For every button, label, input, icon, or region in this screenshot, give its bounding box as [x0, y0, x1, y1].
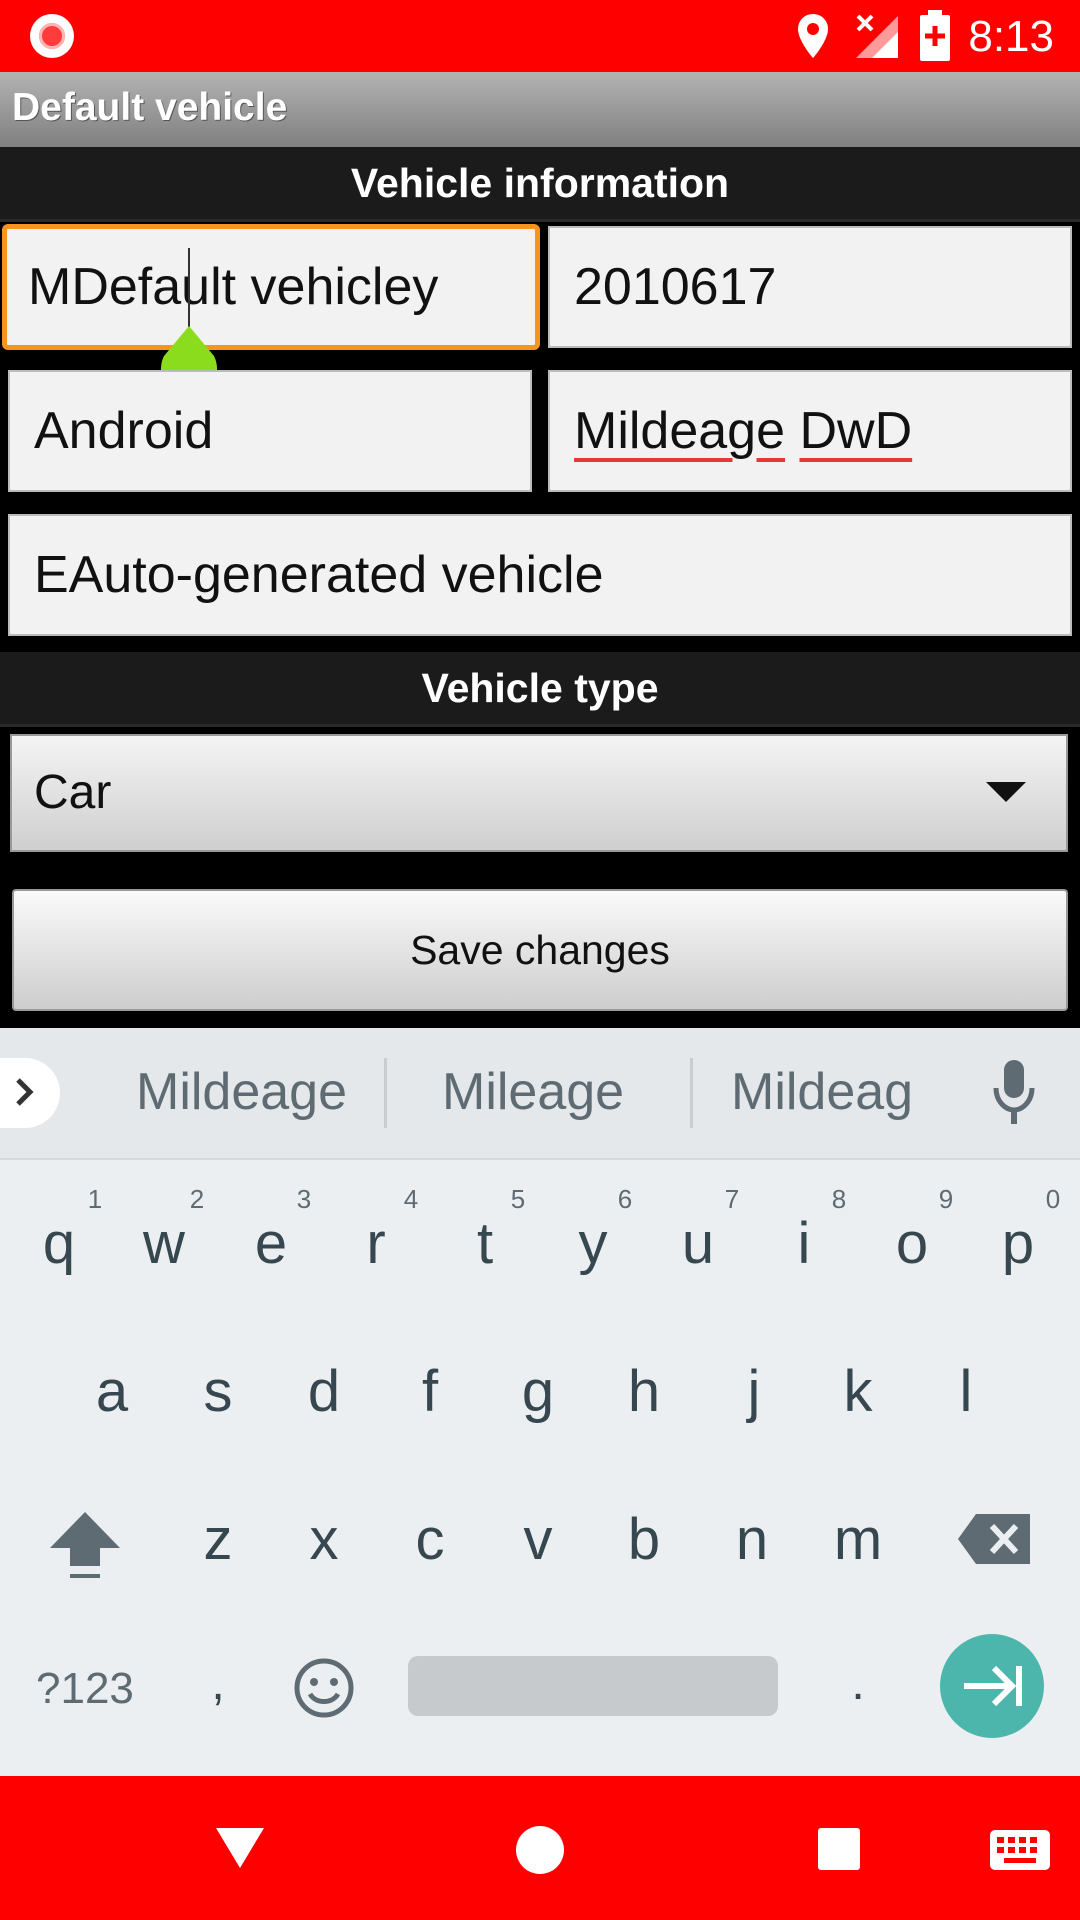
key-z[interactable]: z: [178, 1506, 258, 1573]
tab-next-icon: [964, 1665, 1022, 1707]
back-icon[interactable]: [212, 1824, 268, 1872]
key-l[interactable]: l: [926, 1358, 1006, 1425]
backspace-key[interactable]: [956, 1512, 1032, 1566]
suggestion-3[interactable]: Mildeag: [731, 1062, 913, 1122]
text-cursor: [188, 248, 190, 330]
chevron-right-icon: [16, 1078, 34, 1106]
key-e[interactable]: e: [231, 1210, 311, 1277]
status-bar: 8:13: [0, 0, 1080, 72]
key-hint: 9: [938, 1184, 954, 1214]
key-b[interactable]: b: [604, 1506, 684, 1573]
title-bar: Default vehicle: [0, 72, 1080, 147]
emoji-icon[interactable]: [292, 1656, 356, 1720]
vehicle-information-header: Vehicle information: [0, 147, 1080, 222]
key-o[interactable]: o: [872, 1210, 952, 1277]
key-a[interactable]: a: [72, 1358, 152, 1425]
symbols-key[interactable]: ?123: [36, 1664, 134, 1714]
location-icon: [798, 14, 828, 58]
page-title: Default vehicle: [12, 86, 288, 129]
key-d[interactable]: d: [284, 1358, 364, 1425]
key-s[interactable]: s: [178, 1358, 258, 1425]
key-hint: 3: [296, 1184, 312, 1214]
key-hint: 0: [1045, 1184, 1061, 1214]
shift-key[interactable]: [48, 1508, 122, 1582]
key-m[interactable]: m: [818, 1506, 898, 1573]
key-y[interactable]: y: [553, 1210, 633, 1277]
save-changes-button[interactable]: Save changes: [12, 889, 1068, 1011]
key-hint: 8: [831, 1184, 847, 1214]
key-hint: 4: [403, 1184, 419, 1214]
key-n[interactable]: n: [712, 1506, 792, 1573]
expand-suggestions-button[interactable]: [0, 1058, 60, 1128]
dropdown-arrow-icon: [986, 782, 1026, 802]
key-u[interactable]: u: [658, 1210, 738, 1277]
divider: [690, 1058, 693, 1128]
keyboard-switch-icon[interactable]: [988, 1828, 1052, 1872]
key-r[interactable]: r: [336, 1210, 416, 1277]
key-v[interactable]: v: [498, 1506, 578, 1573]
comma-key[interactable]: ,: [180, 1656, 256, 1711]
key-q[interactable]: q: [19, 1210, 99, 1277]
recents-icon[interactable]: [816, 1826, 862, 1872]
vehicle-type-selected: Car: [34, 766, 112, 819]
key-hint: 2: [189, 1184, 205, 1214]
next-key[interactable]: [940, 1634, 1044, 1738]
no-signal-icon: [856, 14, 898, 58]
misspelled-word: DwD: [799, 402, 913, 460]
key-h[interactable]: h: [604, 1358, 684, 1425]
key-w[interactable]: w: [124, 1210, 204, 1277]
clock: 8:13: [968, 12, 1054, 61]
home-icon[interactable]: [514, 1824, 566, 1876]
key-hint: 6: [617, 1184, 633, 1214]
key-f[interactable]: f: [390, 1358, 470, 1425]
vehicle-type-dropdown[interactable]: Car: [10, 734, 1068, 852]
key-x[interactable]: x: [284, 1506, 364, 1573]
divider: [384, 1058, 387, 1128]
vehicle-number-field[interactable]: 2010617: [548, 226, 1072, 348]
key-j[interactable]: j: [714, 1358, 794, 1425]
key-g[interactable]: g: [498, 1358, 578, 1425]
vehicle-name-field[interactable]: MDefault vehicley: [2, 224, 540, 350]
vehicle-make-field[interactable]: Android: [8, 370, 532, 492]
vehicle-description-field[interactable]: EAuto-generated vehicle: [8, 514, 1072, 636]
key-i[interactable]: i: [764, 1210, 844, 1277]
microphone-icon[interactable]: [992, 1058, 1036, 1128]
space-key[interactable]: [408, 1656, 778, 1716]
key-k[interactable]: k: [818, 1358, 898, 1425]
key-hint: 7: [724, 1184, 740, 1214]
key-c[interactable]: c: [390, 1506, 470, 1573]
record-icon: [30, 14, 74, 58]
vehicle-type-header: Vehicle type: [0, 652, 1080, 727]
key-p[interactable]: p: [978, 1210, 1058, 1277]
suggestion-1[interactable]: Mildeage: [136, 1062, 347, 1122]
key-hint: 5: [510, 1184, 526, 1214]
suggestion-strip: Mildeage Mileage Mildeag: [0, 1028, 1080, 1160]
vehicle-mileage-field[interactable]: Mildeage DwD: [548, 370, 1072, 492]
navigation-bar: [0, 1776, 1080, 1920]
key-hint: 1: [87, 1184, 103, 1214]
period-key[interactable]: .: [818, 1656, 898, 1711]
battery-charging-icon: [920, 10, 950, 61]
misspelled-word: Mildeage: [574, 402, 786, 460]
suggestion-2[interactable]: Mileage: [442, 1062, 624, 1122]
key-t[interactable]: t: [445, 1210, 525, 1277]
